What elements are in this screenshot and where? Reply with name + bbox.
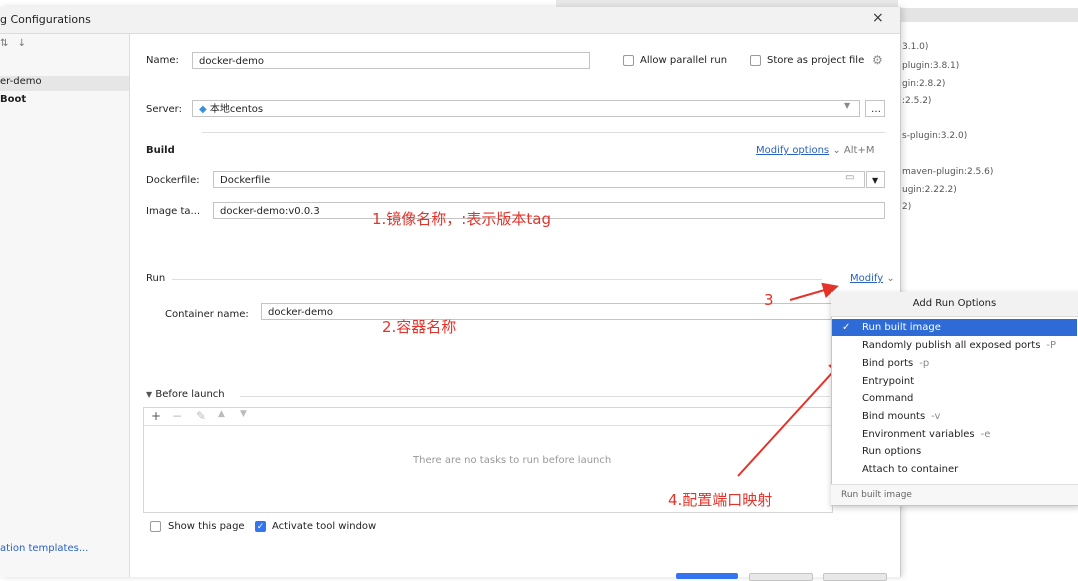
menu-item-publish-ports[interactable]: Randomly publish all exposed ports -P <box>832 337 1077 354</box>
menu-item-shortcut: -P <box>1046 340 1057 351</box>
menu-item-command[interactable]: Command <box>832 390 1077 407</box>
menu-item-shortcut: -e <box>980 429 991 440</box>
arrow-to-bind-ports <box>737 359 845 477</box>
menu-item-label: Randomly publish all exposed ports <box>862 340 1041 351</box>
menu-item-bind-mounts[interactable]: Bind mounts -v <box>832 408 1077 425</box>
check-icon: ✓ <box>842 322 851 333</box>
menu-item-label: Bind ports <box>862 358 914 369</box>
menu-item-label: Command <box>862 393 914 404</box>
menu-footer: Run built image <box>831 484 1078 505</box>
menu-item-label: Environment variables <box>862 429 975 440</box>
menu-item-shortcut: -p <box>919 358 930 369</box>
menu-item-entrypoint[interactable]: Entrypoint <box>832 373 1077 390</box>
menu-footer-text: Run built image <box>841 490 912 500</box>
menu-item-run-built-image[interactable]: ✓ Run built image <box>832 319 1077 336</box>
menu-item-shortcut: -v <box>931 411 941 422</box>
menu-item-label: Attach to container <box>862 464 959 475</box>
menu-item-env-vars[interactable]: Environment variables -e <box>832 426 1077 443</box>
menu-header: Add Run Options <box>831 292 1078 317</box>
menu-item-bind-ports[interactable]: Bind ports -p <box>832 355 1077 372</box>
arrow-to-modify <box>789 282 839 301</box>
menu-item-label: Bind mounts <box>862 411 926 422</box>
menu-item-label: Run options <box>862 446 922 457</box>
menu-item-attach-container[interactable]: Attach to container <box>832 461 1077 478</box>
menu-item-label: Run built image <box>862 322 941 333</box>
menu-item-run-options[interactable]: Run options <box>832 443 1077 460</box>
menu-item-label: Entrypoint <box>862 376 915 387</box>
